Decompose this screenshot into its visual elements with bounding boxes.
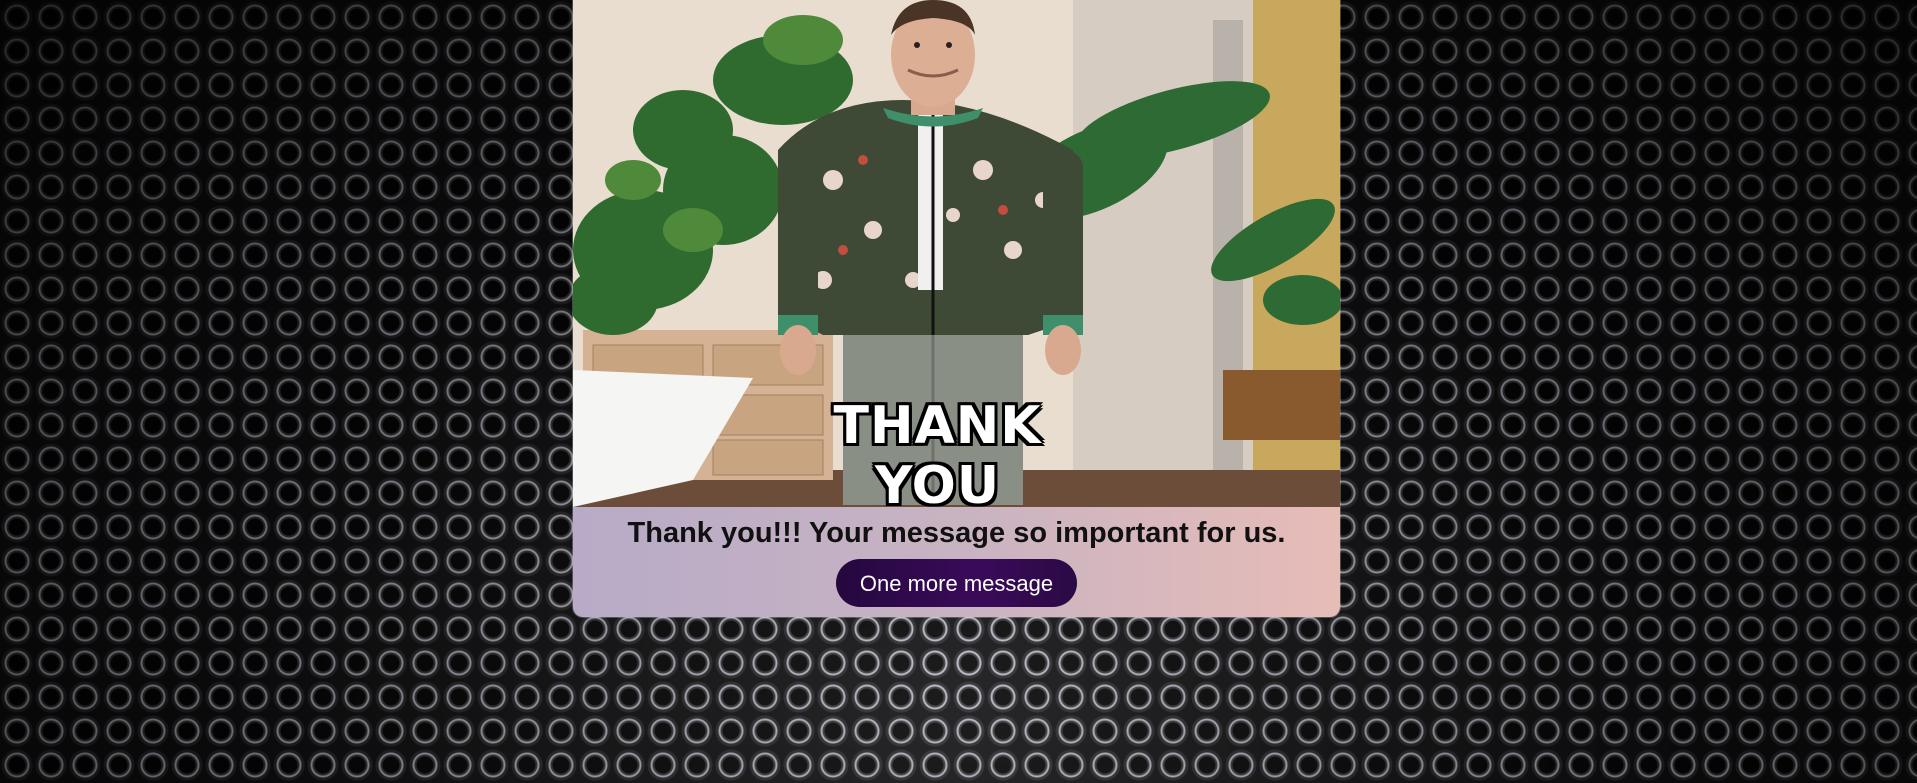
thank-you-image: THANK YOU xyxy=(573,0,1340,507)
one-more-message-button[interactable]: One more message xyxy=(836,559,1077,607)
image-caption: THANK YOU xyxy=(833,396,1042,507)
thank-you-message: Thank you!!! Your message so important f… xyxy=(627,517,1286,549)
thank-you-card: THANK YOU Thank you!!! Your message so i… xyxy=(573,0,1340,617)
